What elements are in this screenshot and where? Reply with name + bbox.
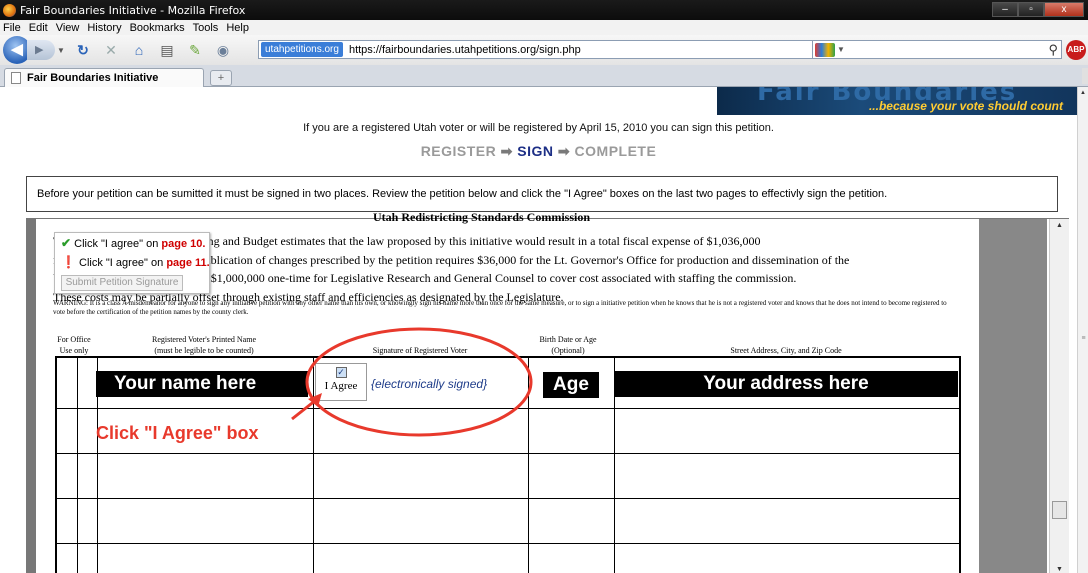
electronic-signature-text: {electronically signed} xyxy=(371,377,488,391)
url-bar[interactable]: utahpetitions.org https://fairboundaries… xyxy=(258,40,908,59)
viewer-left-margin xyxy=(27,219,36,573)
intro-text: If you are a registered Utah voter or wi… xyxy=(303,122,774,134)
scroll-up-icon[interactable]: ▲ xyxy=(1050,219,1069,233)
i-agree-label: I Agree xyxy=(324,380,358,392)
viewer-right-margin xyxy=(979,219,1047,573)
window-controls: – ▫ x xyxy=(992,2,1084,17)
warning-text: WARNING: It is a class A misdemeanor for… xyxy=(53,299,947,316)
table-row-divider xyxy=(57,498,961,499)
menu-view[interactable]: View xyxy=(56,22,80,34)
step-indicator: REGISTER ➡ SIGN ➡ COMPLETE xyxy=(0,143,1077,160)
banner-tagline: ...because your vote should count xyxy=(868,99,1063,113)
site-banner: Fair Boundaries ...because your vote sho… xyxy=(717,87,1077,115)
signing-notice: Before your petition can be sumitted it … xyxy=(26,176,1058,212)
menu-history[interactable]: History xyxy=(87,22,121,34)
table-row-divider xyxy=(57,543,961,544)
table-divider xyxy=(528,358,529,573)
column-header-address: Street Address, City, and Zip Code xyxy=(730,346,842,355)
new-tab-button[interactable]: + xyxy=(210,70,232,86)
step-sign: SIGN xyxy=(517,143,554,159)
i-agree-box[interactable]: ✓ I Agree xyxy=(315,363,367,401)
menu-bookmarks[interactable]: Bookmarks xyxy=(130,22,185,34)
column-header-name: Registered Voter's Printed Name (must be… xyxy=(151,335,256,355)
i-agree-checkbox[interactable]: ✓ xyxy=(335,367,347,378)
stop-icon[interactable]: ✕ xyxy=(100,39,122,61)
menu-bar: File Edit View History Bookmarks Tools H… xyxy=(0,20,1088,35)
signing-notice-text: Before your petition can be sumitted it … xyxy=(37,188,888,200)
minimize-button[interactable]: – xyxy=(992,2,1018,17)
forward-icon[interactable]: ▶ xyxy=(27,40,55,60)
helper-page-link[interactable]: page 10. xyxy=(161,238,205,250)
step-complete: COMPLETE xyxy=(574,143,657,159)
history-dropdown-icon[interactable]: ▼ xyxy=(57,46,67,55)
helper-page-link[interactable]: page 11. xyxy=(166,257,209,269)
arrow-right-icon: ➡ xyxy=(557,143,571,159)
tab-label: Fair Boundaries Initiative xyxy=(27,72,159,84)
step-register: REGISTER xyxy=(420,143,497,159)
page-icon xyxy=(11,72,21,84)
reload-icon[interactable]: ↻ xyxy=(72,39,94,61)
scroll-thumb[interactable] xyxy=(1052,501,1067,519)
page-content: Fair Boundaries ...because your vote sho… xyxy=(0,87,1077,573)
menu-edit[interactable]: Edit xyxy=(29,22,48,34)
arrow-right-icon: ➡ xyxy=(500,143,513,159)
print-icon[interactable]: ▤ xyxy=(156,39,178,61)
search-bar[interactable]: ▼ ⚲ xyxy=(812,40,1062,59)
helper-line-text: Click "I agree" on xyxy=(79,257,167,269)
url-text[interactable]: https://fairboundaries.utahpetitions.org… xyxy=(349,44,581,56)
close-button[interactable]: x xyxy=(1044,2,1084,17)
helper-line-text: Click "I agree" on xyxy=(74,238,162,250)
firefox-logo-icon xyxy=(3,3,16,17)
tab-list-icon[interactable] xyxy=(1082,68,1088,84)
column-header-office: For Office Use only xyxy=(57,335,91,355)
column-header-birth: Birth Date or Age (Optional) xyxy=(539,335,597,355)
column-header-signature: Signature of Registered Voter xyxy=(372,346,468,355)
table-row-divider xyxy=(57,453,961,454)
tab-fair-boundaries[interactable]: Fair Boundaries Initiative xyxy=(4,68,204,87)
window-titlebar: Fair Boundaries Initiative - Mozilla Fir… xyxy=(0,0,1088,20)
menu-file[interactable]: File xyxy=(3,22,21,34)
home-icon[interactable]: ⌂ xyxy=(128,39,150,61)
addon-icon[interactable]: ◉ xyxy=(212,39,234,61)
signing-helper-panel: ✔ Click "I agree" on page 10. ❗ Click "I… xyxy=(54,232,210,294)
search-icon[interactable]: ⚲ xyxy=(1048,42,1058,58)
search-engine-dropdown-icon[interactable]: ▼ xyxy=(837,45,845,54)
checkmark-icon: ✔ xyxy=(61,236,72,250)
bookmark-icon[interactable]: ✎ xyxy=(184,39,206,61)
table-divider xyxy=(77,358,78,573)
exclamation-icon: ❗ xyxy=(61,255,76,269)
voter-name-field[interactable]: Your name here xyxy=(96,371,308,397)
window-scrollbar[interactable]: ▲ ≡ xyxy=(1077,87,1088,573)
scroll-grip-icon[interactable]: ≡ xyxy=(1079,335,1088,345)
click-agree-callout: Click "I Agree" box xyxy=(96,423,259,443)
scroll-down-icon[interactable]: ▼ xyxy=(1050,563,1069,573)
navigation-toolbar: ◀ ▶ ▼ ↻ ✕ ⌂ ▤ ✎ ◉ utahpetitions.org http… xyxy=(0,35,1088,65)
table-divider xyxy=(313,358,314,573)
viewer-scrollbar[interactable]: ▲ ▼ xyxy=(1049,219,1069,573)
helper-step-page11[interactable]: ❗ Click "I agree" on page 11. xyxy=(61,255,210,269)
window-title: Fair Boundaries Initiative - Mozilla Fir… xyxy=(20,3,246,17)
voter-age-field[interactable]: Age xyxy=(543,372,599,398)
adblock-plus-icon[interactable]: ABP xyxy=(1066,40,1086,60)
petition-heading: Utah Redistricting Standards Commission xyxy=(373,210,591,224)
table-row-divider xyxy=(57,408,961,409)
helper-step-page10[interactable]: ✔ Click "I agree" on page 10. xyxy=(61,236,205,250)
search-engine-icon[interactable] xyxy=(815,42,835,57)
menu-help[interactable]: Help xyxy=(226,22,249,34)
maximize-button[interactable]: ▫ xyxy=(1018,2,1044,17)
menu-tools[interactable]: Tools xyxy=(193,22,219,34)
tab-bar: Fair Boundaries Initiative + xyxy=(0,65,1088,87)
site-identity-badge[interactable]: utahpetitions.org xyxy=(261,42,343,57)
voter-address-field[interactable]: Your address here xyxy=(614,371,958,397)
scroll-up-icon[interactable]: ▲ xyxy=(1078,87,1088,99)
submit-signature-button[interactable]: Submit Petition Signature xyxy=(61,275,183,291)
